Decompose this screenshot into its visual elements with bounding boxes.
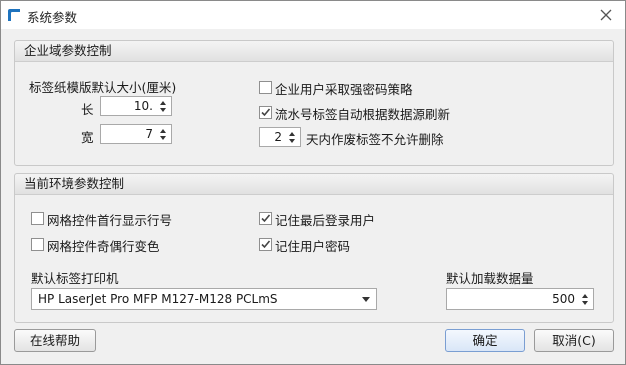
- no-delete-days-spinbox[interactable]: 2: [259, 127, 301, 147]
- default-load-count-label: 默认加载数据量: [446, 271, 534, 286]
- ok-button[interactable]: 确定: [445, 329, 525, 352]
- remember-last-user-label: 记住最后登录用户: [275, 213, 376, 228]
- width-label: 宽: [81, 130, 94, 145]
- environment-settings-header: 当前环境参数控制: [15, 174, 613, 195]
- grid-odd-even-color-label: 网格控件奇偶行变色: [47, 239, 160, 254]
- spinner-arrows-icon[interactable]: [157, 126, 169, 143]
- checkbox-checked-icon: [259, 106, 272, 119]
- checkbox-unchecked-icon: [31, 238, 44, 251]
- length-spinbox[interactable]: 10.: [100, 96, 172, 116]
- no-delete-days-value: 2: [274, 130, 282, 144]
- window-title: 系统参数: [27, 10, 78, 25]
- spinner-arrows-icon[interactable]: [286, 129, 298, 146]
- cancel-button[interactable]: 取消(C): [534, 329, 614, 352]
- width-spinbox[interactable]: 7: [100, 124, 172, 144]
- grid-first-row-number-label: 网格控件首行显示行号: [47, 213, 173, 228]
- force-strong-password-label: 企业用户采取强密码策略: [275, 82, 413, 97]
- spinner-arrows-icon[interactable]: [579, 291, 591, 308]
- serial-auto-refresh-label: 流水号标签自动根据数据源刷新: [275, 107, 451, 122]
- app-logo-icon: [8, 9, 20, 21]
- default-printer-value: HP LaserJet Pro MFP M127-M128 PCLmS: [38, 292, 278, 306]
- chevron-down-icon[interactable]: [362, 297, 370, 302]
- checkbox-checked-icon: [259, 238, 272, 251]
- settings-dialog: 系统参数 企业域参数控制 标签纸模版默认大小(厘米) 长 10. 宽 7 企业用…: [0, 0, 626, 365]
- checkbox-unchecked-icon: [31, 212, 44, 225]
- default-load-count-spinbox[interactable]: 500: [446, 288, 594, 310]
- title-bar: 系统参数: [1, 1, 625, 29]
- spinner-arrows-icon[interactable]: [157, 98, 169, 115]
- environment-settings-group: 当前环境参数控制 网格控件首行显示行号 记住最后登录用户 网格控件奇偶行变色 记…: [14, 173, 614, 323]
- online-help-button[interactable]: 在线帮助: [14, 329, 96, 352]
- checkbox-checked-icon: [259, 212, 272, 225]
- length-value: 10.: [133, 99, 153, 113]
- checkbox-unchecked-icon: [259, 81, 272, 94]
- remember-password-label: 记住用户密码: [275, 239, 351, 254]
- enterprise-settings-group: 企业域参数控制 标签纸模版默认大小(厘米) 长 10. 宽 7 企业用户采取强密…: [14, 40, 614, 166]
- label-size-caption: 标签纸模版默认大小(厘米): [29, 80, 177, 95]
- default-printer-select[interactable]: HP LaserJet Pro MFP M127-M128 PCLmS: [31, 288, 377, 310]
- close-icon[interactable]: [597, 6, 615, 24]
- default-printer-label: 默认标签打印机: [31, 271, 119, 286]
- enterprise-settings-header: 企业域参数控制: [15, 41, 613, 62]
- length-label: 长: [81, 102, 94, 117]
- width-value: 7: [145, 127, 153, 141]
- default-load-count-value: 500: [552, 292, 575, 306]
- no-delete-days-label: 天内作废标签不允许删除: [306, 132, 444, 147]
